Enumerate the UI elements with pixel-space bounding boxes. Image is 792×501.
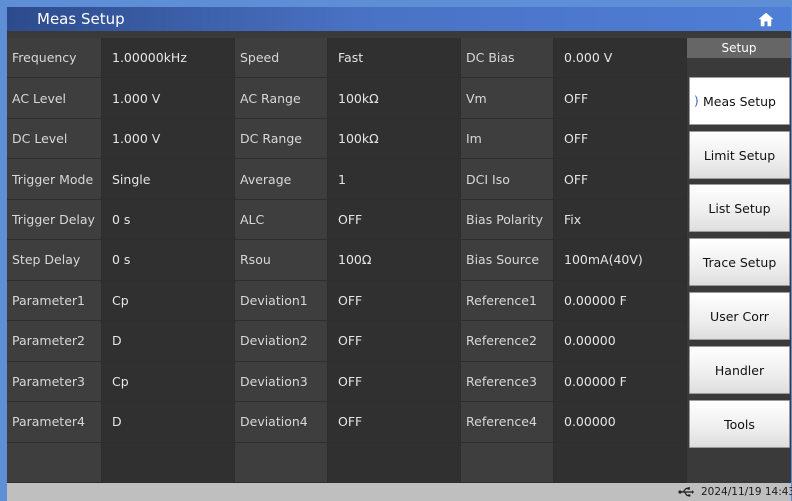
param-label-frequency: Frequency [7,38,102,79]
menu-button-label: Limit Setup [703,147,776,163]
param-label-trigger-delay: Trigger Delay [7,199,102,241]
param-label-ac-level: AC Level [7,78,102,119]
param-value-step-delay[interactable]: 0 s [102,240,235,281]
param-value-frequency[interactable]: 1.00000kHz [102,38,235,79]
param-value-parameter3[interactable]: Cp [102,361,235,403]
param-label-deviation1: Deviation1 [235,280,328,322]
empty-label-cell [7,442,102,483]
side-menu-header: Setup [687,38,791,58]
param-label-speed: Speed [235,38,328,79]
param-value-deviation1[interactable]: OFF [328,280,461,322]
param-label-im: Im [461,118,554,160]
param-value-speed[interactable]: Fast [328,38,461,79]
param-label-bias-source: Bias Source [461,240,554,281]
param-label-deviation2: Deviation2 [235,321,328,362]
datetime-display: 2024/11/19 14:43:04 [701,486,792,498]
home-button[interactable] [757,11,775,28]
measurement-parameter-table: Frequency 1.00000kHz Speed Fast DC Bias 0.000… [7,38,687,483]
param-label-alc: ALC [235,199,328,241]
param-label-reference3: Reference3 [461,361,554,403]
param-value-parameter4[interactable]: D [102,402,235,443]
empty-value-cell [554,442,687,483]
param-label-parameter4: Parameter4 [7,402,102,443]
param-label-reference1: Reference1 [461,280,554,322]
menu-button-label: Trace Setup [702,254,777,270]
menu-user-corr-button[interactable]: User Corr [689,292,790,340]
param-value-dc-bias[interactable]: 0.000 V [554,38,687,79]
param-value-bias-polarity[interactable]: Fix [554,199,687,241]
param-label-reference2: Reference2 [461,321,554,362]
menu-button-label: Handler [714,362,765,378]
param-value-alc[interactable]: OFF [328,199,461,241]
param-value-parameter1[interactable]: Cp [102,280,235,322]
param-value-deviation3[interactable]: OFF [328,361,461,403]
param-value-trigger-mode[interactable]: Single [102,159,235,200]
param-value-ac-range[interactable]: 100kΩ [328,78,461,119]
menu-handler-button[interactable]: Handler [689,346,790,394]
param-value-trigger-delay[interactable]: 0 s [102,199,235,241]
side-menu: Setup ) Meas Setup Limit Setup List Setup Tr… [687,38,791,483]
param-label-deviation4: Deviation4 [235,402,328,443]
param-value-dc-level[interactable]: 1.000 V [102,118,235,160]
param-label-dc-level: DC Level [7,118,102,160]
param-value-parameter2[interactable]: D [102,321,235,362]
title-bar: Meas Setup [7,7,791,31]
usb-status [678,485,694,499]
param-label-bias-polarity: Bias Polarity [461,199,554,241]
param-label-dc-bias: DC Bias [461,38,554,79]
home-icon [758,12,774,27]
param-label-parameter2: Parameter2 [7,321,102,362]
menu-tools-button[interactable]: Tools [689,400,790,448]
param-label-average: Average [235,159,328,200]
selected-indicator: ) [694,94,699,108]
empty-label-cell [461,442,554,483]
menu-meas-setup-button[interactable]: ) Meas Setup [689,77,790,125]
param-label-dc-range: DC Range [235,118,328,160]
param-value-vm[interactable]: OFF [554,78,687,119]
param-value-reference1[interactable]: 0.00000 F [554,280,687,322]
empty-value-cell [328,442,461,483]
param-label-parameter1: Parameter1 [7,280,102,322]
param-value-deviation2[interactable]: OFF [328,321,461,362]
menu-button-label: Tools [724,416,755,432]
param-label-step-delay: Step Delay [7,240,102,281]
param-value-reference3[interactable]: 0.00000 F [554,361,687,403]
param-label-vm: Vm [461,78,554,119]
param-value-dci-iso[interactable]: OFF [554,159,687,200]
param-value-im[interactable]: OFF [554,118,687,160]
param-label-parameter3: Parameter3 [7,361,102,403]
param-value-average[interactable]: 1 [328,159,461,200]
menu-limit-setup-button[interactable]: Limit Setup [689,131,790,179]
param-value-ac-level[interactable]: 1.000 V [102,78,235,119]
param-value-dc-range[interactable]: 100kΩ [328,118,461,160]
empty-value-cell [102,442,235,483]
param-label-reference4: Reference4 [461,402,554,443]
param-value-bias-source[interactable]: 100mA(40V) [554,240,687,281]
menu-button-label: Meas Setup [702,93,776,109]
param-value-rsou[interactable]: 100Ω [328,240,461,281]
menu-button-label: List Setup [708,200,771,216]
menu-button-label: User Corr [710,308,769,324]
param-value-reference2[interactable]: 0.00000 [554,321,687,362]
param-label-dci-iso: DCI Iso [461,159,554,200]
menu-list-setup-button[interactable]: List Setup [689,184,790,232]
param-label-deviation3: Deviation3 [235,361,328,403]
param-label-trigger-mode: Trigger Mode [7,159,102,200]
param-label-rsou: Rsou [235,240,328,281]
param-value-deviation4[interactable]: OFF [328,402,461,443]
empty-label-cell [235,442,328,483]
menu-trace-setup-button[interactable]: Trace Setup [689,238,790,286]
status-bar: 2024/11/19 14:43:04 [7,483,792,501]
param-value-reference4[interactable]: 0.00000 [554,402,687,443]
usb-icon [678,487,694,497]
param-label-ac-range: AC Range [235,78,328,119]
page-title: Meas Setup [37,10,125,28]
